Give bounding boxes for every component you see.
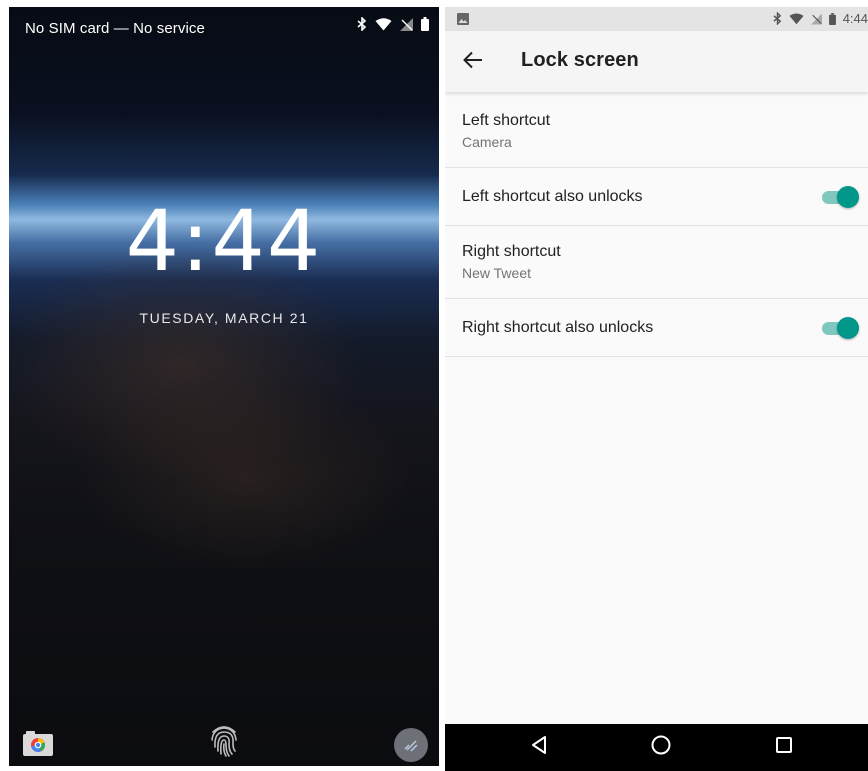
left-shortcut-item[interactable]: Left shortcut Camera (445, 95, 868, 168)
left-shortcut-unlocks-item[interactable]: Left shortcut also unlocks (445, 168, 868, 226)
app-toolbar: Lock screen (445, 31, 868, 92)
lock-screen-panel: No SIM card — No service 4:44 TUESDAY, M… (9, 7, 439, 766)
settings-panel: 4:44 Lock screen Left shortcut Camera Le… (445, 7, 868, 771)
settings-status-icons: 4:44 (773, 11, 868, 26)
image-notification-icon (457, 13, 469, 25)
recents-square-icon[interactable] (774, 734, 794, 756)
lock-clock: 4:44 (125, 192, 323, 290)
status-time: 4:44 (842, 11, 868, 26)
left-shortcut-summary: Camera (462, 134, 512, 150)
right-shortcut-unlocks-title: Right shortcut also unlocks (462, 319, 654, 336)
right-unlock-toggle[interactable] (822, 317, 859, 339)
wifi-icon (789, 12, 804, 25)
wifi-icon (375, 17, 392, 31)
bluetooth-icon (357, 17, 367, 31)
right-shortcut-summary: New Tweet (462, 265, 531, 281)
left-unlock-toggle[interactable] (822, 186, 859, 208)
bluetooth-icon (773, 12, 782, 25)
left-shortcut-unlocks-title: Left shortcut also unlocks (462, 188, 643, 205)
left-shortcut-title: Left shortcut (462, 112, 551, 129)
battery-icon (421, 17, 429, 31)
back-triangle-icon[interactable] (530, 734, 548, 756)
status-text: No SIM card — No service (25, 20, 205, 37)
toggle-thumb (837, 317, 859, 339)
navigation-bar (445, 724, 868, 771)
back-arrow-icon[interactable] (463, 51, 483, 69)
no-sim-icon (400, 17, 413, 31)
home-circle-icon[interactable] (650, 734, 672, 756)
camera-icon[interactable] (23, 731, 53, 757)
lock-status-icons (357, 17, 429, 31)
right-shortcut-title: Right shortcut (462, 243, 561, 260)
preference-list: Left shortcut Camera Left shortcut also … (445, 95, 868, 357)
page-title: Lock screen (521, 49, 639, 71)
battery-icon (828, 12, 836, 25)
fingerprint-icon[interactable] (209, 723, 239, 762)
toggle-thumb (837, 186, 859, 208)
status-bar: 4:44 (445, 7, 868, 31)
right-shortcut-unlocks-item[interactable]: Right shortcut also unlocks (445, 299, 868, 357)
right-shortcut-item[interactable]: Right shortcut New Tweet (445, 226, 868, 299)
lock-date: TUESDAY, MARCH 21 (139, 310, 309, 326)
twitter-icon[interactable] (394, 728, 428, 762)
no-sim-icon (810, 13, 822, 25)
